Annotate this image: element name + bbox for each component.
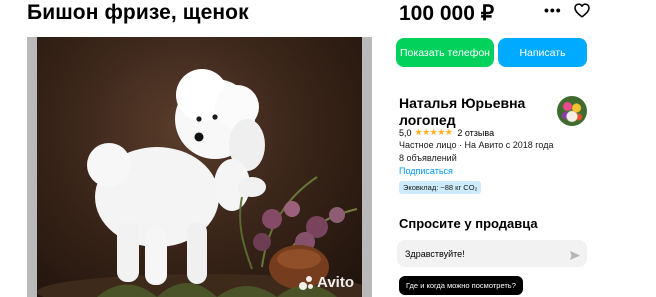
seller-type-since: Частное лицо · На Авито с 2018 года <box>399 140 554 150</box>
watermark-text: Avito <box>317 274 354 291</box>
avito-watermark: Avito <box>299 274 354 291</box>
subscribe-link[interactable]: Подписаться <box>399 166 453 176</box>
seller-rating: 5,0 ★★★★★ 2 отзыва <box>399 127 494 138</box>
show-phone-button[interactable]: Показать телефон <box>396 38 494 67</box>
listing-photo[interactable]: Avito <box>27 37 372 297</box>
bichon-puppy-image <box>37 69 362 297</box>
message-input[interactable] <box>397 240 587 267</box>
seller-avatar[interactable] <box>557 96 587 126</box>
rating-stars-icon: ★★★★★ <box>414 127 453 137</box>
avito-logo-icon <box>299 275 314 290</box>
rating-value: 5,0 <box>399 127 412 138</box>
reviews-link[interactable]: 2 отзыва <box>457 128 494 138</box>
ask-seller-title: Спросите у продавца <box>399 216 538 231</box>
listing-title: Бишон фризе, щенок <box>27 1 249 24</box>
seller-name[interactable]: Наталья Юрьевна логопед <box>399 95 549 129</box>
more-dots-icon[interactable]: ••• <box>544 2 562 18</box>
write-message-button[interactable]: Написать <box>498 38 587 67</box>
heart-icon[interactable] <box>573 2 590 18</box>
quick-question-button[interactable]: Где и когда можно посмотреть? <box>399 276 523 295</box>
listing-price: 100 000 ₽ <box>399 2 495 25</box>
send-arrow-icon[interactable] <box>569 248 581 266</box>
eco-contribution-badge[interactable]: Эковклад: ~88 кг CO₂ <box>399 181 482 194</box>
header-actions: ••• <box>544 2 590 18</box>
seller-listings-count[interactable]: 8 объявлений <box>399 153 457 163</box>
